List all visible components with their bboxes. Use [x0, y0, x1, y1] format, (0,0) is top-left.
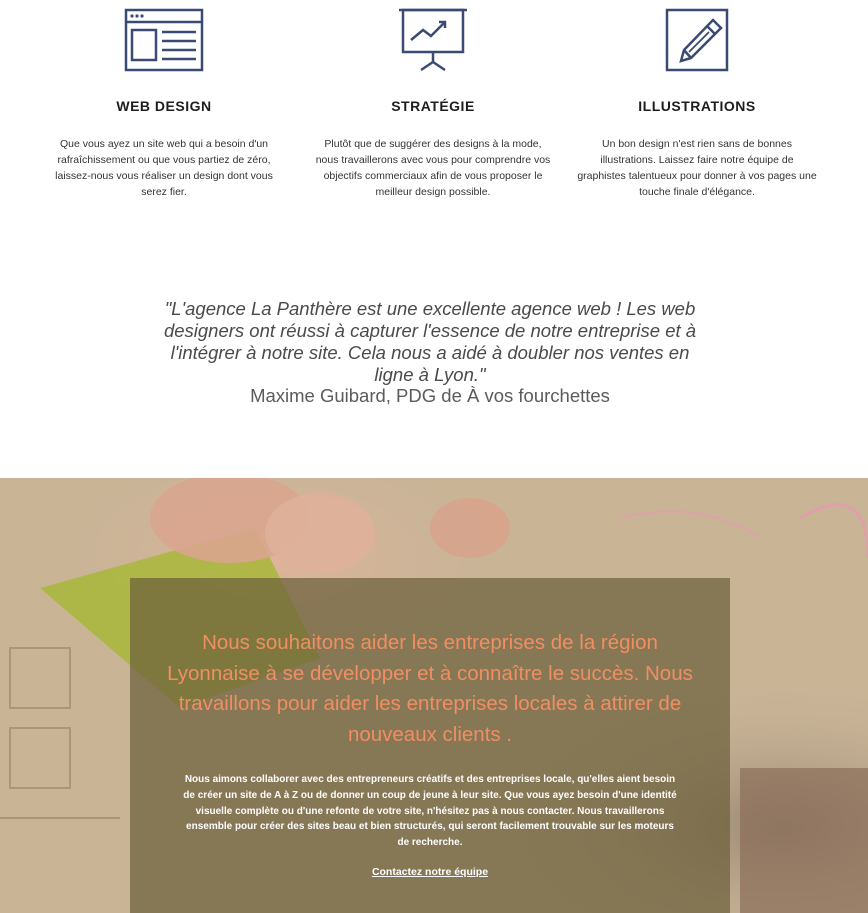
- service-description: Que vous ayez un site web qui a besoin d…: [55, 138, 273, 198]
- service-illustrations: ILLUSTRATIONS Un bon design n'est rien s…: [577, 0, 817, 200]
- hero-overlay-card: Nous souhaitons aider les entreprises de…: [130, 578, 730, 913]
- hero-section: Nous souhaitons aider les entreprises de…: [0, 478, 868, 913]
- service-description: Un bon design n'est rien sans de bonnes …: [577, 138, 817, 198]
- testimonial-quote: "L'agence La Panthère est une excellente…: [163, 298, 697, 385]
- hero-headline: Nous souhaitons aider les entreprises de…: [167, 631, 693, 746]
- service-title: STRATÉGIE: [391, 98, 475, 114]
- testimonial-author: Maxime Guibard, PDG de À vos fourchettes: [250, 385, 610, 406]
- contact-team-link[interactable]: Contactez notre équipe: [130, 866, 730, 878]
- service-strategy: STRATÉGIE Plutôt que de suggérer des des…: [313, 0, 553, 200]
- service-description: Plutôt que de suggérer des designs à la …: [315, 138, 551, 198]
- service-title: ILLUSTRATIONS: [638, 98, 756, 114]
- pencil-icon: [655, 6, 739, 78]
- browser-window-icon: [122, 6, 206, 78]
- service-web-design: WEB DESIGN Que vous ayez un site web qui…: [44, 0, 284, 200]
- service-title: WEB DESIGN: [116, 98, 212, 114]
- presentation-chart-icon: [391, 6, 475, 78]
- hero-body: Nous aimons collaborer avec des entrepre…: [183, 774, 677, 849]
